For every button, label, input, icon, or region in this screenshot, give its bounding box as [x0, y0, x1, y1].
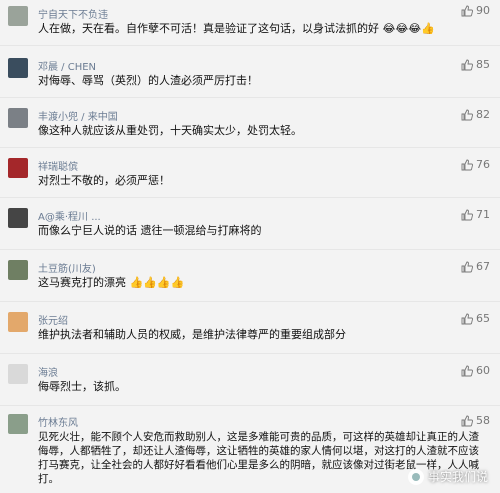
comment-text: 对烈士不敬的，必须严惩！ [38, 174, 170, 187]
comment-item: A@乘·程川 ... 71 而像么宁巨人说的话 遗往一顿混给与打麻将的 [0, 200, 500, 250]
commenter-name[interactable]: 竹林东风 [38, 414, 78, 429]
comment-item: 土豆筋(川友) 67 这马赛克打的漂亮 👍👍👍👍 [0, 252, 500, 302]
thumb-up-icon [461, 415, 473, 426]
thumb-up-icon [461, 365, 473, 376]
avatar[interactable] [8, 414, 28, 434]
comment-item: 竹林东风 58 见死火壮，能不顾个人安危而救助别人，这是多难能可贵的品质，可这样… [0, 408, 500, 493]
like-button[interactable]: 60 [461, 364, 490, 377]
like-button[interactable]: 82 [461, 108, 490, 121]
avatar[interactable] [8, 158, 28, 178]
thumb-up-icon [461, 109, 473, 120]
like-count: 65 [476, 312, 490, 325]
like-button[interactable]: 67 [461, 260, 490, 273]
like-button[interactable]: 76 [461, 158, 490, 171]
avatar[interactable] [8, 312, 28, 332]
like-count: 82 [476, 108, 490, 121]
avatar[interactable] [8, 364, 28, 384]
commenter-name[interactable]: 张元绍 [38, 312, 68, 327]
avatar[interactable] [8, 208, 28, 228]
wechat-logo-icon [407, 468, 424, 485]
comment-text: 人在做，天在看。自作孽不可活！真是验证了这句话，以身试法抓的好 😂😂😂👍 [38, 22, 435, 35]
thumb-up-icon [461, 159, 473, 170]
like-button[interactable]: 85 [461, 58, 490, 71]
like-count: 85 [476, 58, 490, 71]
like-count: 67 [476, 260, 490, 273]
like-button[interactable]: 65 [461, 312, 490, 325]
comment-text: 这马赛克打的漂亮 👍👍👍👍 [38, 276, 185, 289]
commenter-name[interactable]: A@乘·程川 ... [38, 208, 101, 223]
commenter-name[interactable]: 丰渡小兜 / 来中国 [38, 108, 118, 123]
like-count: 90 [476, 4, 490, 17]
comment-item: 祥瑞聪傧 76 对烈士不敬的，必须严惩！ [0, 150, 500, 198]
comment-text: 像这种人就应该从重处罚，十天确实太少，处罚太轻。 [38, 124, 302, 137]
like-count: 76 [476, 158, 490, 171]
commenter-name[interactable]: 海浪 [38, 364, 58, 379]
comment-item: 丰渡小兜 / 来中国 82 像这种人就应该从重处罚，十天确实太少，处罚太轻。 [0, 100, 500, 148]
commenter-name[interactable]: 土豆筋(川友) [38, 260, 96, 275]
avatar[interactable] [8, 6, 28, 26]
thumb-up-icon [461, 5, 473, 16]
comment-item: 海浪 60 侮辱烈士，该抓。 [0, 356, 500, 406]
comment-text: 对侮辱、辱骂（英烈）的人渣必须严厉打击！ [38, 74, 258, 87]
emoji-group: 😂😂😂👍 [382, 22, 435, 35]
comment-item: 宁自天下不负违 90 人在做，天在看。自作孽不可活！真是验证了这句话，以身试法抓… [0, 0, 500, 46]
like-button[interactable]: 90 [461, 4, 490, 17]
comment-item: 张元绍 65 维护执法者和辅助人员的权威，是维护法律尊严的重要组成部分 [0, 304, 500, 354]
like-count: 71 [476, 208, 490, 221]
avatar[interactable] [8, 58, 28, 78]
avatar[interactable] [8, 260, 28, 280]
comment-item: 邓晨 / CHEN 85 对侮辱、辱骂（英烈）的人渣必须严厉打击！ [0, 50, 500, 98]
commenter-name[interactable]: 祥瑞聪傧 [38, 158, 78, 173]
like-button[interactable]: 71 [461, 208, 490, 221]
like-button[interactable]: 58 [461, 414, 490, 427]
thumb-up-icon [461, 209, 473, 220]
avatar[interactable] [8, 108, 28, 128]
thumb-up-icon [461, 59, 473, 70]
comment-text: 侮辱烈士，该抓。 [38, 380, 126, 393]
commenter-name[interactable]: 宁自天下不负违 [38, 6, 108, 21]
comment-text: 而像么宁巨人说的话 遗往一顿混给与打麻将的 [38, 224, 262, 237]
like-count: 58 [476, 414, 490, 427]
like-count: 60 [476, 364, 490, 377]
commenter-name[interactable]: 邓晨 / CHEN [38, 58, 96, 73]
watermark: 事实我们说 [407, 468, 488, 485]
thumb-up-icon [461, 261, 473, 272]
comment-text: 维护执法者和辅助人员的权威，是维护法律尊严的重要组成部分 [38, 328, 346, 341]
thumb-up-icon [461, 313, 473, 324]
emoji-group: 👍👍👍👍 [129, 276, 185, 289]
